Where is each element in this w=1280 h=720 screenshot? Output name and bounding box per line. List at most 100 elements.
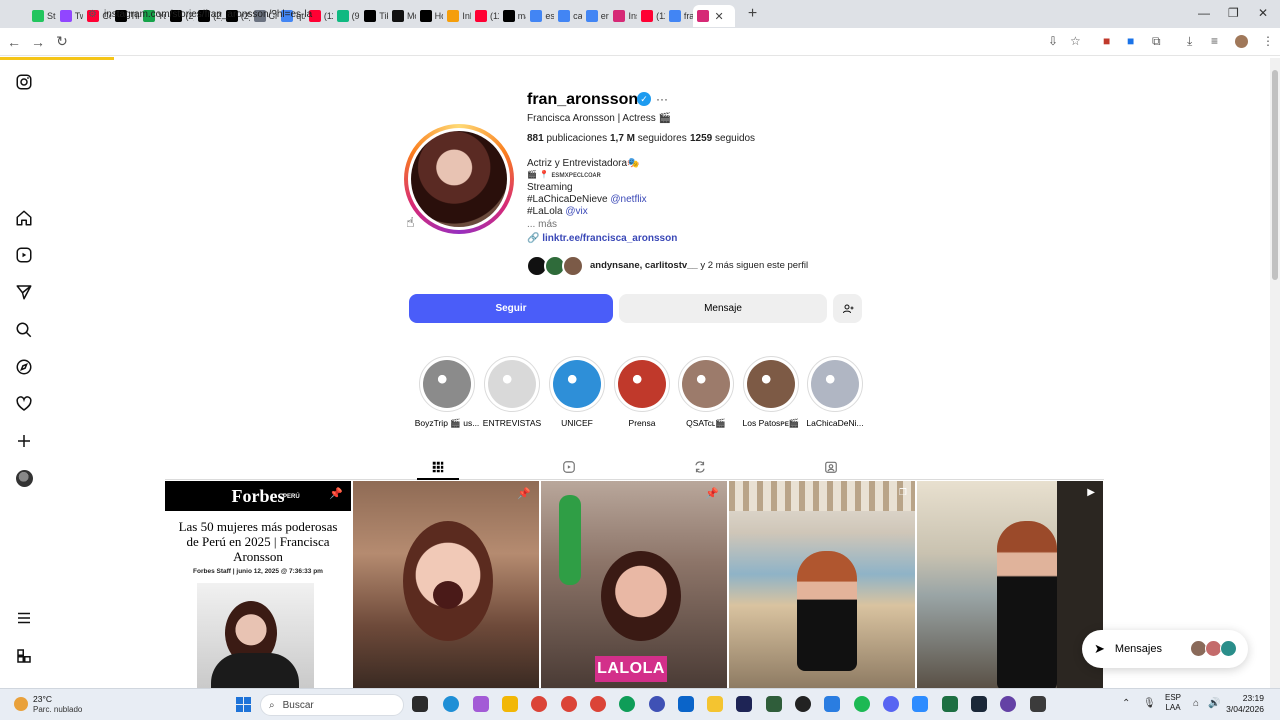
followed-by-text[interactable]: andynsane, carlitostv__ y 2 más siguen e… bbox=[590, 260, 808, 271]
app-icon[interactable] bbox=[912, 696, 928, 712]
address-bar: ← → ↻ bbox=[0, 28, 1280, 56]
post-terrace-photo[interactable]: ❐ bbox=[729, 481, 915, 688]
browser-menu-icon[interactable]: ⋮ bbox=[1262, 34, 1274, 48]
browser-tab[interactable]: Stre bbox=[28, 5, 56, 27]
chrome-icon[interactable] bbox=[531, 696, 547, 712]
reload-icon[interactable]: ↻ bbox=[50, 33, 74, 50]
file-explorer-icon[interactable] bbox=[707, 696, 723, 712]
story-highlight[interactable]: ENTREVISTAS bbox=[483, 356, 541, 428]
mutual-follower-avatar[interactable] bbox=[562, 255, 584, 277]
windows-start-icon[interactable] bbox=[236, 697, 251, 712]
more-menu-icon[interactable] bbox=[14, 608, 34, 628]
tab-reels-icon[interactable] bbox=[548, 455, 590, 479]
microphone-icon[interactable]: 🎙 bbox=[1143, 698, 1156, 709]
chrome-icon[interactable] bbox=[561, 696, 577, 712]
app-icon[interactable] bbox=[649, 696, 665, 712]
post-forbes[interactable]: Forbes PERÚ Las 50 mujeres más poderosas … bbox=[165, 481, 351, 688]
app-icon[interactable] bbox=[766, 696, 782, 712]
follow-button[interactable]: Seguir bbox=[409, 294, 613, 323]
volume-icon[interactable]: 🔊 bbox=[1208, 698, 1220, 709]
scrollbar-thumb[interactable] bbox=[1272, 70, 1278, 280]
post-lalola[interactable]: LALOLA 📌 bbox=[541, 481, 727, 688]
mouse-cursor-icon: ☝ bbox=[406, 214, 415, 230]
app-icon[interactable] bbox=[824, 696, 840, 712]
notifications-heart-icon[interactable] bbox=[14, 394, 34, 414]
browser-tab[interactable]: Twi bbox=[56, 5, 83, 27]
messages-pill[interactable]: ➤ Mensajes bbox=[1082, 630, 1248, 668]
app-icon[interactable] bbox=[795, 696, 811, 712]
bookmark-star-icon[interactable]: ☆ bbox=[1070, 34, 1081, 48]
language-indicator[interactable]: ESP LAA bbox=[1165, 693, 1181, 713]
weather-icon[interactable] bbox=[14, 697, 28, 711]
tab-favicon-icon bbox=[59, 10, 72, 22]
profile-options-icon[interactable]: ··· bbox=[656, 92, 668, 106]
bio-mention-vix[interactable]: @vix bbox=[565, 206, 587, 217]
spotify-icon[interactable] bbox=[854, 696, 870, 712]
story-highlight[interactable]: QSATcʟ🎬 bbox=[677, 356, 735, 428]
tab-tagged-icon[interactable] bbox=[810, 455, 852, 479]
post-screaming-scene[interactable]: 📌 bbox=[353, 481, 539, 688]
media-controls-icon[interactable]: ≡ bbox=[1211, 34, 1218, 48]
instagram-logo-icon[interactable] bbox=[14, 72, 34, 92]
forward-icon[interactable]: → bbox=[26, 34, 50, 50]
suggested-accounts-icon[interactable] bbox=[833, 294, 862, 323]
app-icon[interactable] bbox=[1030, 696, 1046, 712]
message-contact-avatar bbox=[1220, 640, 1237, 657]
search-icon[interactable] bbox=[14, 320, 34, 340]
discord-icon[interactable] bbox=[883, 696, 899, 712]
direct-messages-icon[interactable] bbox=[14, 282, 34, 302]
vertical-scrollbar[interactable] bbox=[1270, 58, 1280, 688]
story-highlight[interactable]: UNICEF bbox=[548, 356, 606, 428]
steam-icon[interactable] bbox=[971, 696, 987, 712]
story-highlight[interactable]: Los Patosᴘᴇ🎬 bbox=[742, 356, 800, 428]
also-from-meta-icon[interactable] bbox=[14, 646, 34, 666]
taskbar-search[interactable]: ⌕ Buscar bbox=[260, 694, 404, 716]
back-icon[interactable]: ← bbox=[2, 34, 26, 50]
bio-more-link[interactable]: ... más bbox=[527, 219, 557, 230]
app-icon[interactable] bbox=[1000, 696, 1016, 712]
app-icon[interactable] bbox=[502, 696, 518, 712]
extension-icon[interactable]: ■ bbox=[1103, 34, 1110, 48]
stat-following[interactable]: 1259 seguidos bbox=[690, 133, 755, 144]
explore-compass-icon[interactable] bbox=[14, 357, 34, 377]
edge-icon[interactable] bbox=[443, 696, 459, 712]
excel-icon[interactable] bbox=[942, 696, 958, 712]
profile-avatar-story-ring[interactable] bbox=[404, 124, 514, 234]
own-profile-avatar[interactable] bbox=[14, 468, 34, 488]
url-field[interactable]: ⚙ instagram.com/stories/fran_aronsson/?h… bbox=[84, 4, 1044, 24]
downloads-icon[interactable]: ⤓ bbox=[1187, 34, 1192, 49]
restore-icon[interactable]: ❐ bbox=[1228, 6, 1239, 20]
outlook-icon[interactable] bbox=[678, 696, 694, 712]
reels-icon[interactable] bbox=[14, 245, 34, 265]
bio-mention-netflix[interactable]: @netflix bbox=[610, 194, 646, 205]
site-info-icon[interactable]: ⚙ bbox=[88, 9, 97, 20]
tab-reposts-icon[interactable] bbox=[679, 455, 721, 479]
extensions-puzzle-icon[interactable]: ⧉ bbox=[1152, 34, 1161, 49]
chrome-icon[interactable] bbox=[619, 696, 635, 712]
premiere-icon[interactable] bbox=[736, 696, 752, 712]
profile-avatar-icon[interactable] bbox=[1235, 35, 1248, 48]
story-highlight[interactable]: BoyzTrip 🎬 us... bbox=[415, 356, 479, 428]
tray-chevron-icon[interactable]: ⌃ bbox=[1122, 698, 1130, 709]
network-icon[interactable]: ⌂ bbox=[1193, 698, 1199, 709]
post-coast-video[interactable]: ▶ bbox=[917, 481, 1103, 688]
weather-temperature[interactable]: 23°C bbox=[33, 694, 52, 704]
clock[interactable]: 23:19 3/04/2026 bbox=[1224, 693, 1264, 715]
tab-posts-grid-icon[interactable] bbox=[417, 455, 459, 479]
copilot-icon[interactable] bbox=[473, 696, 489, 712]
create-plus-icon[interactable] bbox=[14, 431, 34, 451]
minimize-icon[interactable]: — bbox=[1198, 6, 1210, 20]
story-highlight[interactable]: LaChicaDeNi... bbox=[806, 356, 864, 428]
translate-extension-icon[interactable]: ■ bbox=[1127, 34, 1134, 48]
home-icon[interactable] bbox=[14, 208, 34, 228]
profile-external-link[interactable]: 🔗 linktr.ee/francisca_aronsson bbox=[527, 233, 677, 244]
close-window-icon[interactable]: ✕ bbox=[1258, 6, 1268, 20]
stat-followers[interactable]: 1,7 M seguidores bbox=[610, 133, 687, 144]
story-highlight[interactable]: Prensa bbox=[613, 356, 671, 428]
install-app-icon[interactable]: ⇩ bbox=[1048, 34, 1058, 48]
chrome-active-icon[interactable] bbox=[590, 696, 606, 712]
weather-description[interactable]: Parc. nublado bbox=[33, 705, 82, 714]
task-view-icon[interactable] bbox=[412, 696, 428, 712]
message-button[interactable]: Mensaje bbox=[619, 294, 827, 323]
windows-taskbar: 23°C Parc. nublado ⌕ Buscar ⌃ 🎙 ESP LAA ⌂ … bbox=[0, 688, 1280, 720]
